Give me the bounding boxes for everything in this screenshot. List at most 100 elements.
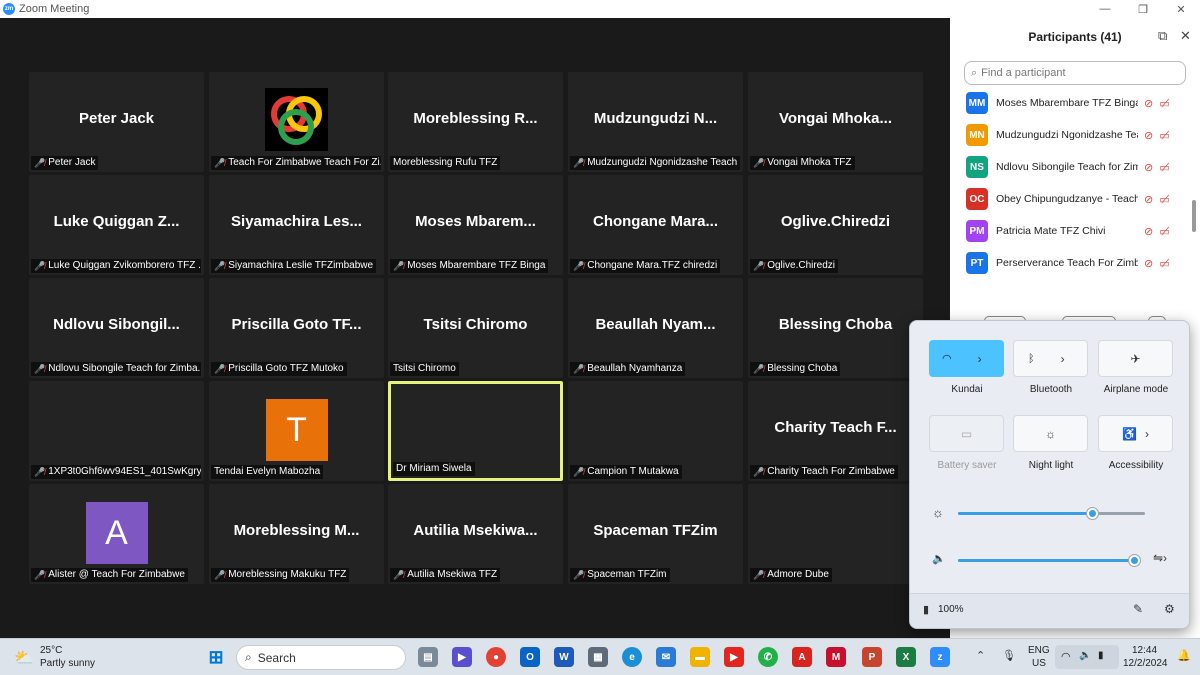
participant-row[interactable]: PT Perserverance Teach For Zimbab... ⊘ ▭̸: [966, 250, 1186, 276]
muted-mic-icon[interactable]: ⊘: [1144, 129, 1153, 142]
airplane-mode-toggle[interactable]: ✈: [1098, 340, 1173, 377]
video-tile[interactable]: 🎤̸ Campion T Mutakwa: [568, 381, 743, 481]
powerpoint-icon[interactable]: P: [862, 647, 882, 667]
file-explorer-icon[interactable]: ▬: [690, 647, 710, 667]
excel-icon[interactable]: X: [896, 647, 916, 667]
bluetooth-toggle[interactable]: ᛒ ›: [1013, 340, 1088, 377]
notification-bell-icon[interactable]: 🔔: [1177, 649, 1191, 662]
mcafee-icon[interactable]: M: [826, 647, 846, 667]
meet-icon[interactable]: ▶: [452, 647, 472, 667]
brightness-slider[interactable]: [958, 508, 1145, 519]
edit-icon[interactable]: ✎: [1133, 602, 1143, 616]
video-tile[interactable]: Moreblessing M... 🎤̸ Moreblessing Makuku T…: [209, 484, 384, 584]
battery-icon: ▮: [923, 604, 930, 616]
muted-mic-icon[interactable]: ⊘: [1144, 161, 1153, 174]
video-tile[interactable]: Dr Miriam Siwela: [388, 381, 563, 481]
edge-icon[interactable]: e: [622, 647, 642, 667]
outlook-icon[interactable]: O: [520, 647, 540, 667]
lang-line1[interactable]: ENG: [1028, 645, 1050, 656]
minimize-icon[interactable]: —: [1086, 0, 1124, 18]
zoom-taskbar-icon[interactable]: z: [930, 647, 950, 667]
video-off-icon[interactable]: ▭̸: [1159, 257, 1169, 270]
video-tile[interactable]: Peter Jack 🎤̸ Peter Jack: [29, 72, 204, 172]
video-tile[interactable]: Blessing Choba 🎤̸ Blessing Choba: [748, 278, 923, 378]
participant-name: Tsitsi Chiromo: [393, 363, 456, 374]
video-tile[interactable]: Beaullah Nyam... 🎤̸ Beaullah Nyamhanza: [568, 278, 743, 378]
video-tile[interactable]: Oglive.Chiredzi 🎤̸ Oglive.Chiredzi: [748, 175, 923, 275]
video-tile[interactable]: Autilia Msekiwa... 🎤̸ Autilia Msekiwa TFZ: [388, 484, 563, 584]
video-tile[interactable]: Mudzungudzi N... 🎤̸ Mudzungudzi Ngonidzash…: [568, 72, 743, 172]
mail-icon[interactable]: ✉: [656, 647, 676, 667]
video-tile[interactable]: Siyamachira Les... 🎤̸ Siyamachira Leslie T…: [209, 175, 384, 275]
muted-mic-icon: 🎤̸: [34, 261, 46, 271]
video-tile[interactable]: 🎤̸ Teach For Zimbabwe Teach For Zi...: [209, 72, 384, 172]
video-tile[interactable]: Luke Quiggan Z... 🎤̸ Luke Quiggan Zvikombo…: [29, 175, 204, 275]
battery-saver-toggle[interactable]: ▭: [929, 415, 1004, 452]
chrome-icon[interactable]: ●: [486, 647, 506, 667]
whatsapp-icon[interactable]: ✆: [758, 647, 778, 667]
video-tile[interactable]: Tsitsi Chiromo Tsitsi Chiromo: [388, 278, 563, 378]
video-tile[interactable]: T Tendai Evelyn Mabozha: [209, 381, 384, 481]
system-tray-group[interactable]: ◠ 🔈 ▮: [1055, 645, 1119, 669]
clock-date[interactable]: 12/2/2024: [1123, 658, 1168, 669]
muted-mic-icon[interactable]: ⊘: [1144, 193, 1153, 206]
participant-scrollbar[interactable]: [1192, 200, 1196, 232]
participant-row[interactable]: NS Ndlovu Sibongile Teach for Zimb... ⊘ ▭̸: [966, 154, 1186, 180]
weather-desc[interactable]: Partly sunny: [40, 658, 95, 669]
video-tile[interactable]: 🎤̸ Admore Dube: [748, 484, 923, 584]
microphone-icon[interactable]: 🎙: [1002, 649, 1016, 662]
video-tile[interactable]: Chongane Mara... 🎤̸ Chongane Mara.TFZ chir…: [568, 175, 743, 275]
video-tile[interactable]: A 🎤̸ Alister @ Teach For Zimbabwe: [29, 484, 204, 584]
video-tile[interactable]: Spaceman TFZim 🎤̸ Spaceman TFZim: [568, 484, 743, 584]
close-icon[interactable]: ✕: [1162, 0, 1200, 18]
wifi-toggle[interactable]: ◠ ›: [929, 340, 1004, 377]
volume-slider[interactable]: [958, 555, 1141, 566]
video-off-icon[interactable]: ▭̸: [1159, 193, 1169, 206]
chevron-up-icon[interactable]: ⌃: [976, 649, 985, 662]
lang-line2[interactable]: US: [1032, 658, 1046, 669]
clock-time[interactable]: 12:44: [1132, 645, 1157, 656]
video-tile[interactable]: Priscilla Goto TF... 🎤̸ Priscilla Goto TFZ…: [209, 278, 384, 378]
participant-row[interactable]: OC Obey Chipungudzanye - Teach f... ⊘ ▭̸: [966, 186, 1186, 212]
weather-temp[interactable]: 25°C: [40, 645, 62, 656]
task-view-icon[interactable]: ▤: [418, 647, 438, 667]
chevron-right-icon[interactable]: ›: [1145, 427, 1149, 441]
audio-output-icon[interactable]: ⇋›: [1153, 551, 1167, 565]
video-tile[interactable]: 🎤̸ 1XP3t0Ghf6wv94ES1_401SwKgry...: [29, 381, 204, 481]
chevron-right-icon[interactable]: ›: [978, 352, 982, 366]
video-off-icon[interactable]: ▭̸: [1159, 97, 1169, 110]
participant-row[interactable]: MN Mudzungudzi Ngonidzashe Teac... ⊘ ▭̸: [966, 122, 1186, 148]
acrobat-icon[interactable]: A: [792, 647, 812, 667]
wifi-label: Kundai: [951, 384, 983, 395]
maximize-icon[interactable]: ❐: [1124, 0, 1162, 18]
volume-knob[interactable]: [1129, 555, 1141, 566]
video-tile[interactable]: Moreblessing R... Moreblessing Rufu TFZ: [388, 72, 563, 172]
video-tile[interactable]: Ndlovu Sibongil... 🎤̸ Ndlovu Sibongile Tea…: [29, 278, 204, 378]
close-panel-icon[interactable]: ✕: [1180, 28, 1191, 44]
muted-mic-icon[interactable]: ⊘: [1144, 257, 1153, 270]
participant-row[interactable]: PM Patricia Mate TFZ Chivi ⊘ ▭̸: [966, 218, 1186, 244]
settings-icon[interactable]: ⚙: [1164, 602, 1175, 616]
word-icon[interactable]: W: [554, 647, 574, 667]
taskbar-search-label: Search: [257, 650, 296, 665]
video-off-icon[interactable]: ▭̸: [1159, 225, 1169, 238]
windows-start-icon[interactable]: ⊞: [206, 647, 226, 667]
video-off-icon[interactable]: ▭̸: [1159, 129, 1169, 142]
popout-icon[interactable]: ⧉: [1158, 28, 1167, 44]
participant-nameplate: 🎤̸ Luke Quiggan Zvikomborero TFZ ...: [31, 259, 201, 273]
participant-search-input[interactable]: ⌕ Find a participant: [964, 61, 1186, 85]
night-light-toggle[interactable]: ☼: [1013, 415, 1088, 452]
muted-mic-icon[interactable]: ⊘: [1144, 97, 1153, 110]
video-tile[interactable]: Vongai Mhoka... 🎤̸ Vongai Mhoka TFZ: [748, 72, 923, 172]
muted-mic-icon[interactable]: ⊘: [1144, 225, 1153, 238]
video-off-icon[interactable]: ▭̸: [1159, 161, 1169, 174]
participant-row[interactable]: MM Moses Mbarembare TFZ Binga ⊘ ▭̸: [966, 90, 1186, 116]
video-tile[interactable]: Moses Mbarem... 🎤̸ Moses Mbarembare TFZ Bi…: [388, 175, 563, 275]
taskbar-search[interactable]: ⌕ Search: [236, 645, 406, 670]
youtube-icon[interactable]: ▶: [724, 647, 744, 667]
store-icon[interactable]: ▦: [588, 647, 608, 667]
accessibility-toggle[interactable]: ♿ ›: [1098, 415, 1173, 452]
video-tile[interactable]: Charity Teach F... 🎤̸ Charity Teach For Zi…: [748, 381, 923, 481]
brightness-knob[interactable]: [1086, 508, 1098, 519]
chevron-right-icon[interactable]: ›: [1061, 352, 1065, 366]
